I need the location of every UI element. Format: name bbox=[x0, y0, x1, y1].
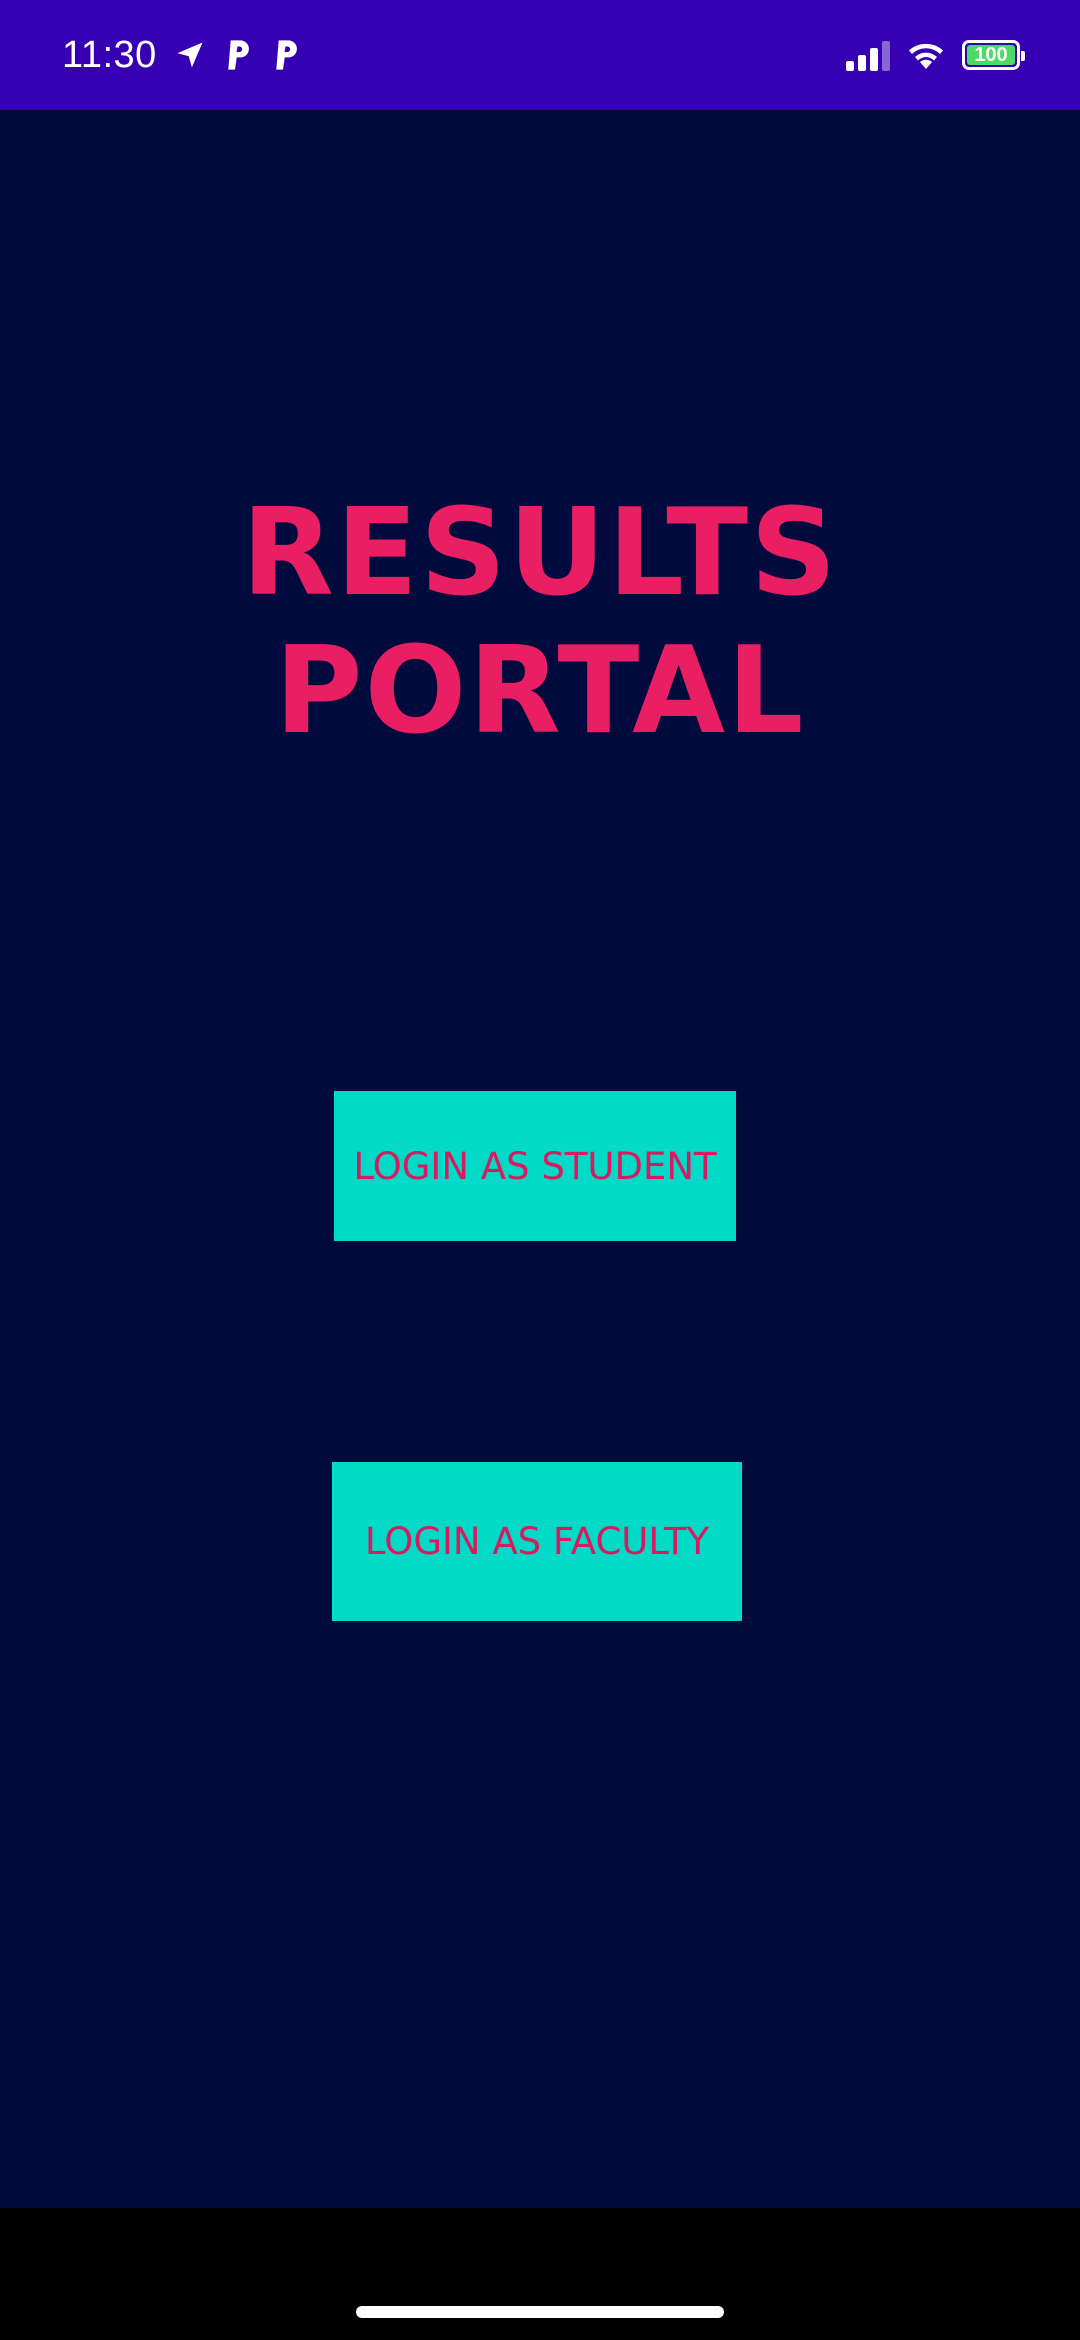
parking-icon bbox=[223, 38, 253, 72]
status-left-group: 11:30 bbox=[62, 0, 301, 110]
page-title: RESULTS PORTAL bbox=[0, 485, 1080, 761]
status-bar: 11:30 100 bbox=[0, 0, 1080, 110]
signal-icon bbox=[846, 39, 890, 71]
status-time: 11:30 bbox=[62, 33, 157, 76]
phone-screen: 11:30 100 RESULTS PORTAL LOGIN AS STUDEN… bbox=[0, 0, 1080, 2340]
title-line-results: RESULTS bbox=[241, 484, 839, 623]
home-indicator[interactable] bbox=[356, 2306, 724, 2318]
main-content: RESULTS PORTAL LOGIN AS STUDENT LOGIN AS… bbox=[0, 110, 1080, 2208]
battery-level: 100 bbox=[974, 44, 1008, 66]
parking-icon bbox=[271, 38, 301, 72]
navigation-bar bbox=[0, 2208, 1080, 2340]
login-as-student-button[interactable]: LOGIN AS STUDENT bbox=[334, 1091, 736, 1241]
login-as-faculty-button[interactable]: LOGIN AS FACULTY bbox=[332, 1462, 742, 1621]
status-right-group: 100 bbox=[846, 0, 1025, 110]
battery-icon: 100 bbox=[962, 40, 1025, 70]
location-arrow-icon bbox=[175, 40, 205, 70]
title-line-portal: PORTAL bbox=[274, 622, 806, 761]
wifi-icon bbox=[906, 39, 946, 71]
